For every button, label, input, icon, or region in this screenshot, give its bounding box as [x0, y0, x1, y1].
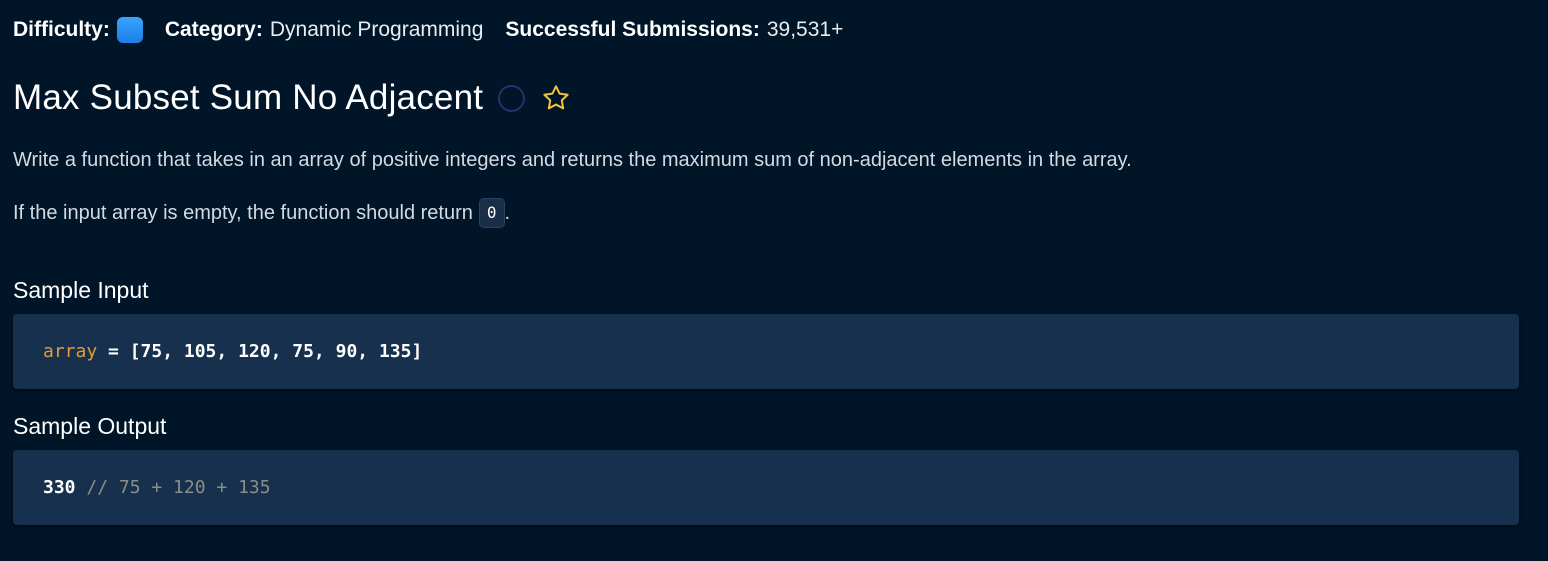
- difficulty-badge: [116, 17, 143, 43]
- sample-input-code-block: array = [75, 105, 120, 75, 90, 135]: [13, 314, 1519, 389]
- submissions-label: Successful Submissions:: [505, 18, 760, 41]
- difficulty-group: Difficulty:: [13, 17, 143, 43]
- submissions-value: 39,531+: [766, 18, 844, 41]
- inline-code-zero: 0: [478, 198, 505, 228]
- problem-meta-bar: Difficulty: Category: Dynamic Programmin…: [13, 14, 843, 46]
- description-empty-case: If the input array is empty, the functio…: [13, 198, 510, 228]
- category-value: Dynamic Programming: [269, 18, 484, 41]
- sample-output-code-block: 330 // 75 + 120 + 135: [13, 450, 1519, 525]
- title-row: Max Subset Sum No Adjacent: [13, 74, 571, 122]
- category-group: Category: Dynamic Programming: [165, 18, 484, 42]
- description-paragraph: Write a function that takes in an array …: [13, 149, 1132, 171]
- star-icon[interactable]: [541, 83, 571, 113]
- empty-case-text: If the input array is empty, the functio…: [13, 201, 473, 224]
- output-value: 330: [43, 477, 76, 498]
- output-comment: // 75 + 120 + 135: [75, 477, 271, 498]
- status-circle-icon: [498, 84, 526, 112]
- submissions-group: Successful Submissions: 39,531+: [505, 18, 843, 42]
- category-label: Category:: [164, 18, 263, 41]
- empty-case-period: .: [504, 201, 511, 224]
- page-title: Max Subset Sum No Adjacent: [13, 78, 484, 117]
- code-variable-name: array: [43, 341, 98, 362]
- sample-output-heading: Sample Output: [13, 413, 167, 439]
- code-assignment: =: [97, 341, 130, 362]
- sample-input-heading: Sample Input: [13, 277, 149, 303]
- difficulty-label: Difficulty:: [13, 18, 110, 41]
- code-array-value: [75, 105, 120, 75, 90, 135]: [129, 341, 423, 362]
